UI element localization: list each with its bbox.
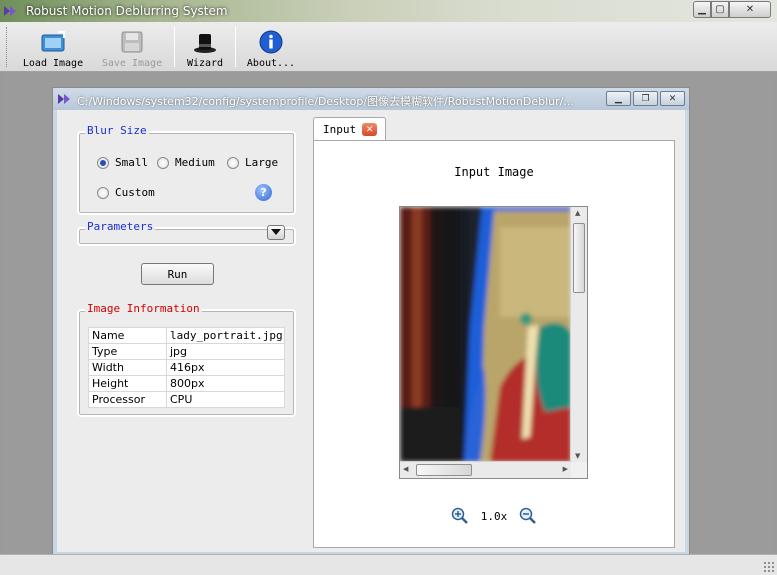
document-close-button[interactable]: ✕ [660,91,685,106]
zoom-in-icon[interactable] [451,507,469,525]
radio-small[interactable]: Small [97,156,148,169]
load-image-label: Load Image [22,58,84,69]
zoom-out-icon[interactable] [519,507,537,525]
load-image-icon [39,29,67,55]
radio-small-indicator [97,156,109,169]
document-minimize-button[interactable]: ▁ [606,91,631,106]
image-information-title: Image Information [85,302,202,315]
radio-medium[interactable]: Medium [157,156,215,169]
radio-large-label: Large [245,156,279,169]
scroll-right-icon[interactable]: ▶ [563,465,568,473]
status-bar [0,554,777,575]
app-titlebar: Robust Motion Deblurring System ▁ ▢ ✕ [0,0,777,22]
toolbar-separator [174,27,175,67]
scroll-down-icon[interactable]: ▼ [575,452,580,460]
maximize-button[interactable]: ▢ [711,1,729,18]
minimize-button[interactable]: ▁ [693,1,711,18]
parameters-expand-button[interactable] [267,225,285,240]
size-grip[interactable] [763,561,775,573]
info-value: CPU [166,391,285,408]
input-panel: Input Image ▲ ▼ ◀ ▶ 1.0x [313,140,675,548]
scroll-up-icon[interactable]: ▲ [575,209,580,217]
app-title: Robust Motion Deblurring System [26,4,228,18]
close-icon[interactable]: ✕ [362,123,378,136]
zoom-level: 1.0x [480,509,508,523]
horizontal-scrollbar[interactable]: ◀ ▶ [400,461,571,478]
horizontal-scroll-thumb[interactable] [416,464,472,476]
app-logo-icon [58,94,70,104]
vertical-scroll-thumb[interactable] [573,223,585,293]
close-button[interactable]: ✕ [729,1,771,18]
info-value: jpg [166,343,285,360]
info-value: 416px [166,359,285,376]
info-value: 800px [166,375,285,392]
parameters-group: Parameters [77,220,296,246]
load-image-button[interactable]: Load Image [20,25,86,69]
table-row: Name lady_portrait.jpg ( [88,327,285,344]
run-button[interactable]: Run [141,263,214,285]
document-window-controls: ▁ ❐ ✕ [606,91,685,106]
wizard-hat-icon [191,29,219,55]
parameters-title: Parameters [85,220,156,233]
window-controls: ▁ ▢ ✕ [693,1,771,18]
vertical-scrollbar[interactable]: ▲ ▼ [570,207,587,462]
help-icon[interactable]: ? [255,184,272,201]
info-value: lady_portrait.jpg ( [166,327,285,344]
radio-custom-indicator [97,186,109,199]
image-viewer[interactable]: ▲ ▼ ◀ ▶ [399,206,588,479]
radio-custom-label: Custom [115,186,155,199]
toolbar-grip[interactable] [6,27,9,67]
radio-custom[interactable]: Custom [97,186,155,199]
info-icon [257,29,285,55]
document-body: Blur Size Small Medium Large Custom ? Pa… [57,110,685,552]
document-window: C:/Windows/system32/config/systemprofile… [52,87,690,555]
about-label: About... [246,58,296,69]
toolbar: Load Image Save Image Wizard About... [0,22,777,72]
input-image [400,207,571,462]
radio-large[interactable]: Large [227,156,278,169]
tab-input[interactable]: Input ✕ [313,117,386,141]
wizard-button[interactable]: Wizard [180,25,230,69]
wizard-label: Wizard [186,58,224,69]
document-restore-button[interactable]: ❐ [633,91,658,106]
scroll-left-icon[interactable]: ◀ [403,465,408,473]
image-information-table: Name lady_portrait.jpg ( Type jpg Width … [88,327,285,408]
input-image-title: Input Image [454,165,534,179]
info-key: Height [88,375,167,392]
radio-small-label: Small [115,156,149,169]
image-information-group: Image Information Name lady_portrait.jpg… [77,302,296,417]
zoom-controls: 1.0x [314,507,674,525]
info-key: Name [88,327,167,344]
table-row: Height 800px [88,375,285,392]
table-row: Processor CPU [88,391,285,408]
about-button[interactable]: About... [243,25,299,69]
toolbar-separator [235,27,236,67]
save-image-label: Save Image [101,58,163,69]
save-image-button[interactable]: Save Image [99,25,165,69]
radio-medium-indicator [157,156,169,169]
table-row: Type jpg [88,343,285,360]
info-key: Processor [88,391,167,408]
document-titlebar[interactable]: C:/Windows/system32/config/systemprofile… [53,88,689,110]
tab-input-label: Input [323,123,357,136]
table-row: Width 416px [88,359,285,376]
save-icon [118,29,146,55]
radio-large-indicator [227,156,239,169]
radio-medium-label: Medium [175,156,215,169]
app-logo-icon [4,6,16,16]
info-key: Type [88,343,167,360]
info-key: Width [88,359,167,376]
blur-size-title: Blur Size [85,124,149,137]
document-path: C:/Windows/system32/config/systemprofile… [77,95,574,108]
chevron-down-icon [271,229,281,235]
blur-size-group: Blur Size Small Medium Large Custom ? [77,124,296,215]
